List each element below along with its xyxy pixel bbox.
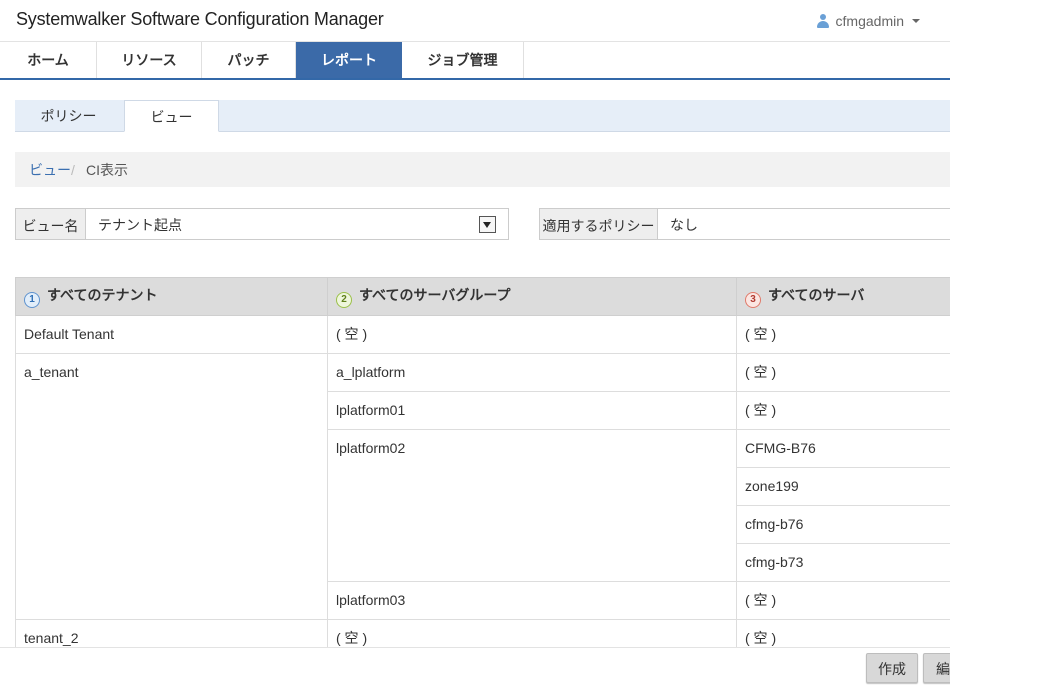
column-header-servers[interactable]: 3 すべてのサーバ [736, 277, 950, 316]
caret-down-icon [912, 19, 920, 23]
tab-job-management[interactable]: ジョブ管理 [402, 42, 524, 78]
app-title: Systemwalker Software Configuration Mana… [16, 9, 384, 29]
server-cell[interactable]: ( 空 ) [736, 391, 950, 430]
tab-home[interactable]: ホーム [0, 42, 97, 78]
server-group-cell[interactable]: lplatform03 [327, 581, 737, 620]
server-cell[interactable]: cfmg-b76 [736, 505, 950, 544]
view-name-label: ビュー名 [15, 208, 86, 240]
policy-value: なし [670, 217, 698, 233]
policy-label: 適用するポリシー [539, 208, 658, 240]
create-button[interactable]: 作成 [866, 653, 918, 683]
view-name-select[interactable]: テナント起点 [85, 208, 509, 240]
table-row: Default Tenant ( 空 ) ( 空 ) [15, 315, 950, 354]
app-window: Systemwalker Software Configuration Mana… [0, 0, 950, 687]
column-title: すべてのサーバグループ [359, 287, 511, 303]
step-3-icon: 3 [745, 292, 761, 308]
server-group-cell[interactable]: ( 空 ) [327, 315, 737, 354]
user-icon [816, 14, 830, 28]
policy-field[interactable]: なし [657, 208, 950, 240]
breadcrumb: ビュー / CI表示 [15, 152, 950, 187]
server-group-cell[interactable]: lplatform02 [327, 429, 737, 582]
column-header-tenants[interactable]: 1 すべてのテナント [15, 277, 328, 316]
dropdown-arrow-icon[interactable] [479, 216, 496, 233]
table-header-row: 1 すべてのテナント 2 すべてのサーバグループ 3 すべてのサーバ [15, 277, 950, 316]
ci-table: 1 すべてのテナント 2 すべてのサーバグループ 3 すべてのサーバ Default … [15, 277, 950, 658]
footer-bar: 作成 編 [0, 647, 950, 687]
edit-button[interactable]: 編 [923, 653, 950, 683]
header: Systemwalker Software Configuration Mana… [0, 0, 950, 42]
tenant-cell[interactable]: Default Tenant [15, 315, 328, 354]
tab-report[interactable]: レポート [296, 42, 402, 78]
tab-patch[interactable]: パッチ [202, 42, 296, 78]
subtab-policy[interactable]: ポリシー [15, 100, 122, 131]
column-title: すべてのサーバ [768, 287, 865, 303]
username: cfmgadmin [835, 13, 904, 29]
step-2-icon: 2 [336, 292, 352, 308]
server-cell[interactable]: CFMG-B76 [736, 429, 950, 468]
breadcrumb-link-view[interactable]: ビュー [29, 152, 71, 189]
tenant-cell[interactable]: a_tenant [15, 353, 328, 620]
server-group-cell[interactable]: a_lplatform [327, 353, 737, 392]
step-1-icon: 1 [24, 292, 40, 308]
subtab-view[interactable]: ビュー [124, 100, 219, 132]
tab-resources[interactable]: リソース [97, 42, 202, 78]
sub-tabs: ポリシー ビュー [15, 100, 950, 132]
server-cell[interactable]: zone199 [736, 467, 950, 506]
server-group-cell[interactable]: lplatform01 [327, 391, 737, 430]
column-header-server-groups[interactable]: 2 すべてのサーバグループ [327, 277, 737, 316]
view-name-value: テナント起点 [98, 217, 182, 233]
server-cell[interactable]: ( 空 ) [736, 581, 950, 620]
breadcrumb-current: CI表示 [86, 162, 128, 178]
server-cell[interactable]: ( 空 ) [736, 315, 950, 354]
main-nav: ホーム リソース パッチ レポート ジョブ管理 [0, 42, 950, 80]
breadcrumb-separator: / [71, 162, 75, 178]
column-title: すべてのテナント [47, 287, 158, 303]
table-row: a_tenant a_lplatform ( 空 ) [15, 353, 950, 620]
server-cell[interactable]: cfmg-b73 [736, 543, 950, 582]
user-menu[interactable]: cfmgadmin [816, 13, 920, 29]
server-cell[interactable]: ( 空 ) [736, 353, 950, 392]
